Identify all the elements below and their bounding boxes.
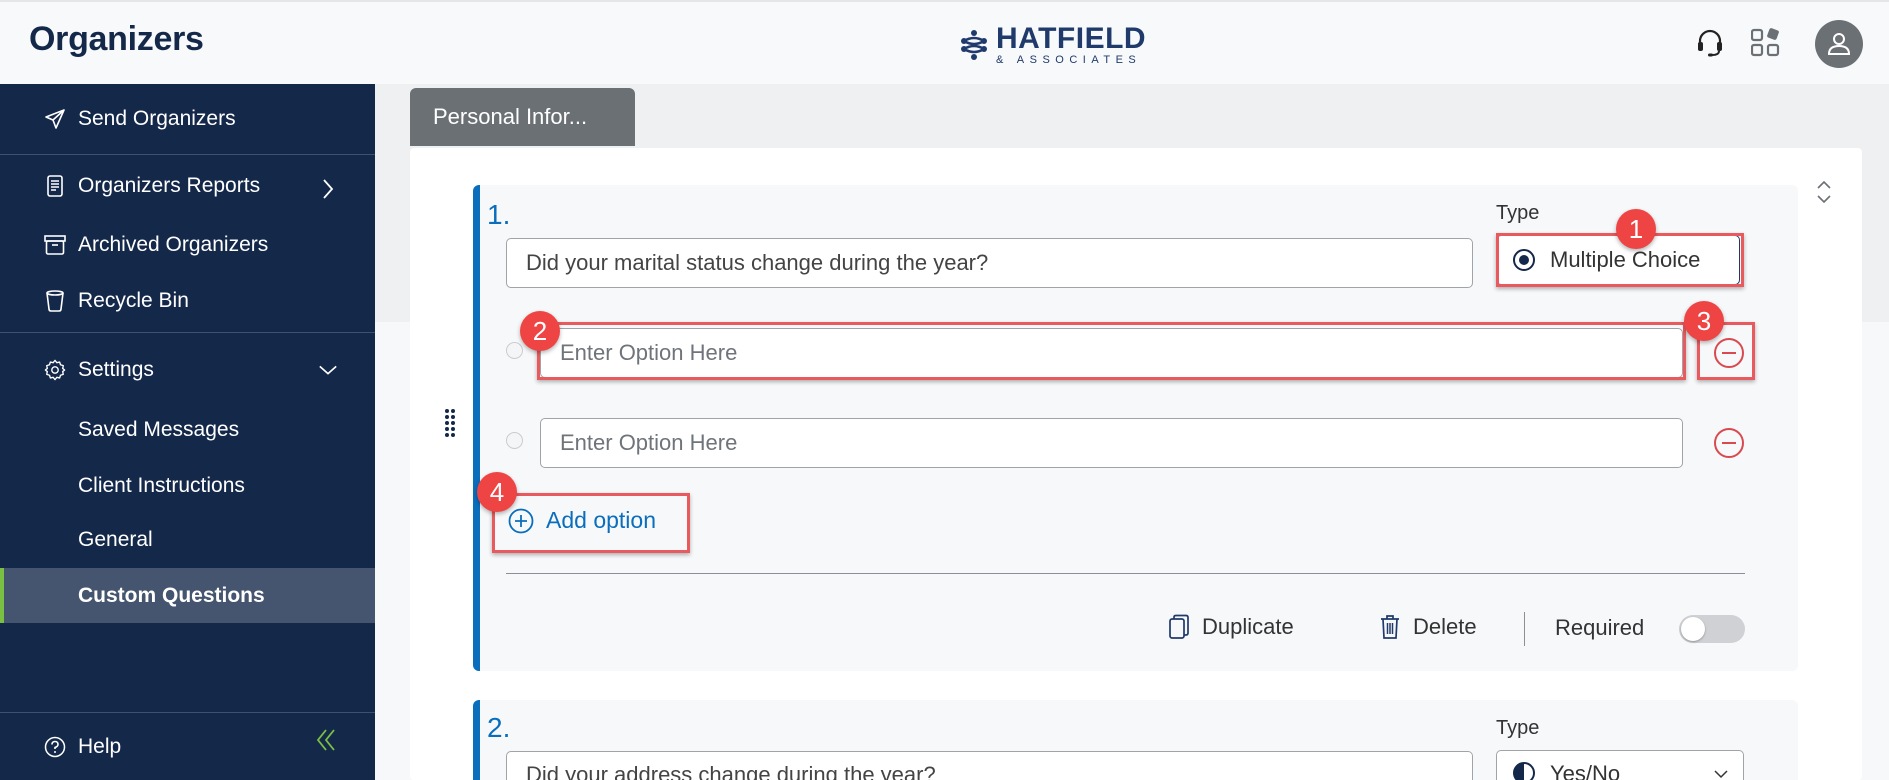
- duplicate-icon: [1169, 614, 1189, 639]
- option-radio[interactable]: [506, 342, 523, 359]
- action-separator: [1524, 612, 1525, 646]
- headset-icon[interactable]: [1695, 28, 1725, 58]
- type-value: Multiple Choice: [1550, 247, 1701, 272]
- sidebar-item-label: Help: [78, 734, 122, 758]
- card-divider: [506, 573, 1745, 574]
- app-header: Organizers HATFIELD & ASSOCIATES: [0, 0, 1889, 84]
- gear-icon: [44, 359, 66, 381]
- question-text-input[interactable]: Did your marital status change during th…: [506, 238, 1473, 288]
- question-text: Did your address change during the year?: [526, 762, 936, 780]
- double-chevron-left-icon[interactable]: [316, 728, 336, 752]
- minus-circle-icon: [1714, 338, 1744, 368]
- required-toggle[interactable]: [1679, 615, 1745, 643]
- question-number: 1.: [487, 199, 511, 230]
- type-label: Type: [1496, 717, 1540, 739]
- half-circle-icon: [1513, 762, 1535, 780]
- section-tab[interactable]: Personal Infor...: [410, 88, 635, 146]
- sidebar-item-recycle-bin[interactable]: Recycle Bin: [0, 273, 375, 329]
- question-number: 2.: [487, 712, 511, 743]
- option-radio[interactable]: [506, 432, 523, 449]
- annotation-badge-1: 1: [1616, 209, 1656, 249]
- option-placeholder: Enter Option Here: [560, 340, 738, 365]
- company-logo: HATFIELD & ASSOCIATES: [958, 24, 1146, 66]
- option-input-1[interactable]: Enter Option Here: [540, 328, 1683, 378]
- option-input-2[interactable]: Enter Option Here: [540, 418, 1683, 468]
- sidebar-item-label: Settings: [78, 358, 154, 381]
- logo-main-text: HATFIELD: [996, 22, 1147, 55]
- sidebar-item-label: Send Organizers: [78, 107, 236, 130]
- delete-label: Delete: [1413, 614, 1477, 639]
- chevron-down-icon: [318, 360, 338, 380]
- required-label: Required: [1555, 615, 1645, 640]
- sidebar-item-settings[interactable]: Settings: [0, 333, 375, 407]
- remove-option-button-2[interactable]: [1713, 427, 1745, 459]
- type-label: Type: [1496, 202, 1540, 224]
- add-option-button[interactable]: Add option: [508, 507, 656, 534]
- help-icon: [44, 736, 66, 758]
- question-card: 1. Type Did your marital status change d…: [473, 185, 1798, 671]
- plus-circle-icon: [508, 508, 534, 533]
- send-icon: [44, 108, 66, 130]
- sidebar-item-organizers-reports[interactable]: Organizers Reports: [0, 155, 375, 217]
- active-indicator: [0, 568, 4, 623]
- question-text: Did your marital status change during th…: [526, 250, 989, 275]
- duplicate-button[interactable]: Duplicate: [1168, 614, 1294, 640]
- annotation-badge-3: 3: [1684, 301, 1724, 341]
- add-option-label: Add option: [546, 507, 656, 533]
- minus-circle-icon: [1714, 428, 1744, 458]
- question-accent-bar: [473, 185, 480, 671]
- radio-selected-icon: [1513, 249, 1535, 271]
- question-text-input[interactable]: Did your address change during the year?: [506, 751, 1473, 780]
- sidebar-item-label: Saved Messages: [78, 418, 240, 441]
- report-icon: [44, 175, 66, 197]
- sidebar-item-label: Custom Questions: [78, 583, 265, 607]
- archive-icon: [44, 234, 66, 256]
- trash-icon: [1381, 615, 1399, 639]
- type-select[interactable]: Yes/No: [1496, 750, 1744, 780]
- type-select[interactable]: Multiple Choice: [1496, 235, 1740, 285]
- app-title: Organizers: [29, 20, 204, 58]
- sidebar-item-label: Archived Organizers: [78, 233, 269, 256]
- question-accent-bar: [473, 700, 480, 780]
- remove-option-button-1[interactable]: [1713, 337, 1745, 369]
- question-card: 2. Type Did your address change during t…: [473, 700, 1798, 780]
- logo-sub-text: & ASSOCIATES: [996, 54, 1142, 66]
- sidebar-item-label: Recycle Bin: [78, 289, 189, 312]
- type-value: Yes/No: [1550, 761, 1621, 780]
- sidebar-item-archived-organizers[interactable]: Archived Organizers: [0, 217, 375, 273]
- user-avatar-icon[interactable]: [1815, 20, 1863, 68]
- chevron-down-icon: [1714, 770, 1728, 779]
- sidebar-item-label: Client Instructions: [78, 474, 245, 497]
- sort-icon[interactable]: [1814, 178, 1834, 206]
- sidebar-item-saved-messages[interactable]: Saved Messages: [0, 402, 375, 458]
- sidebar-item-general[interactable]: General: [0, 512, 375, 568]
- sidebar-item-label: Organizers Reports: [78, 174, 261, 197]
- delete-button[interactable]: Delete: [1379, 614, 1477, 640]
- sidebar-item-label: General: [78, 528, 153, 551]
- annotation-badge-4: 4: [477, 472, 517, 512]
- drag-handle-icon[interactable]: [444, 408, 456, 438]
- sidebar-item-send-organizers[interactable]: Send Organizers: [0, 84, 375, 154]
- duplicate-label: Duplicate: [1202, 614, 1294, 639]
- sidebar-item-client-instructions[interactable]: Client Instructions: [0, 458, 375, 514]
- annotation-badge-2: 2: [520, 311, 560, 351]
- recycle-bin-icon: [44, 290, 66, 312]
- logo-mark-icon: [961, 30, 987, 60]
- sidebar: Send Organizers Organizers Reports Archi…: [0, 84, 375, 780]
- sidebar-item-custom-questions[interactable]: Custom Questions: [0, 568, 375, 623]
- apps-icon[interactable]: [1751, 28, 1781, 58]
- chevron-right-icon: [318, 179, 338, 199]
- toggle-knob: [1681, 617, 1705, 641]
- option-placeholder: Enter Option Here: [560, 430, 738, 455]
